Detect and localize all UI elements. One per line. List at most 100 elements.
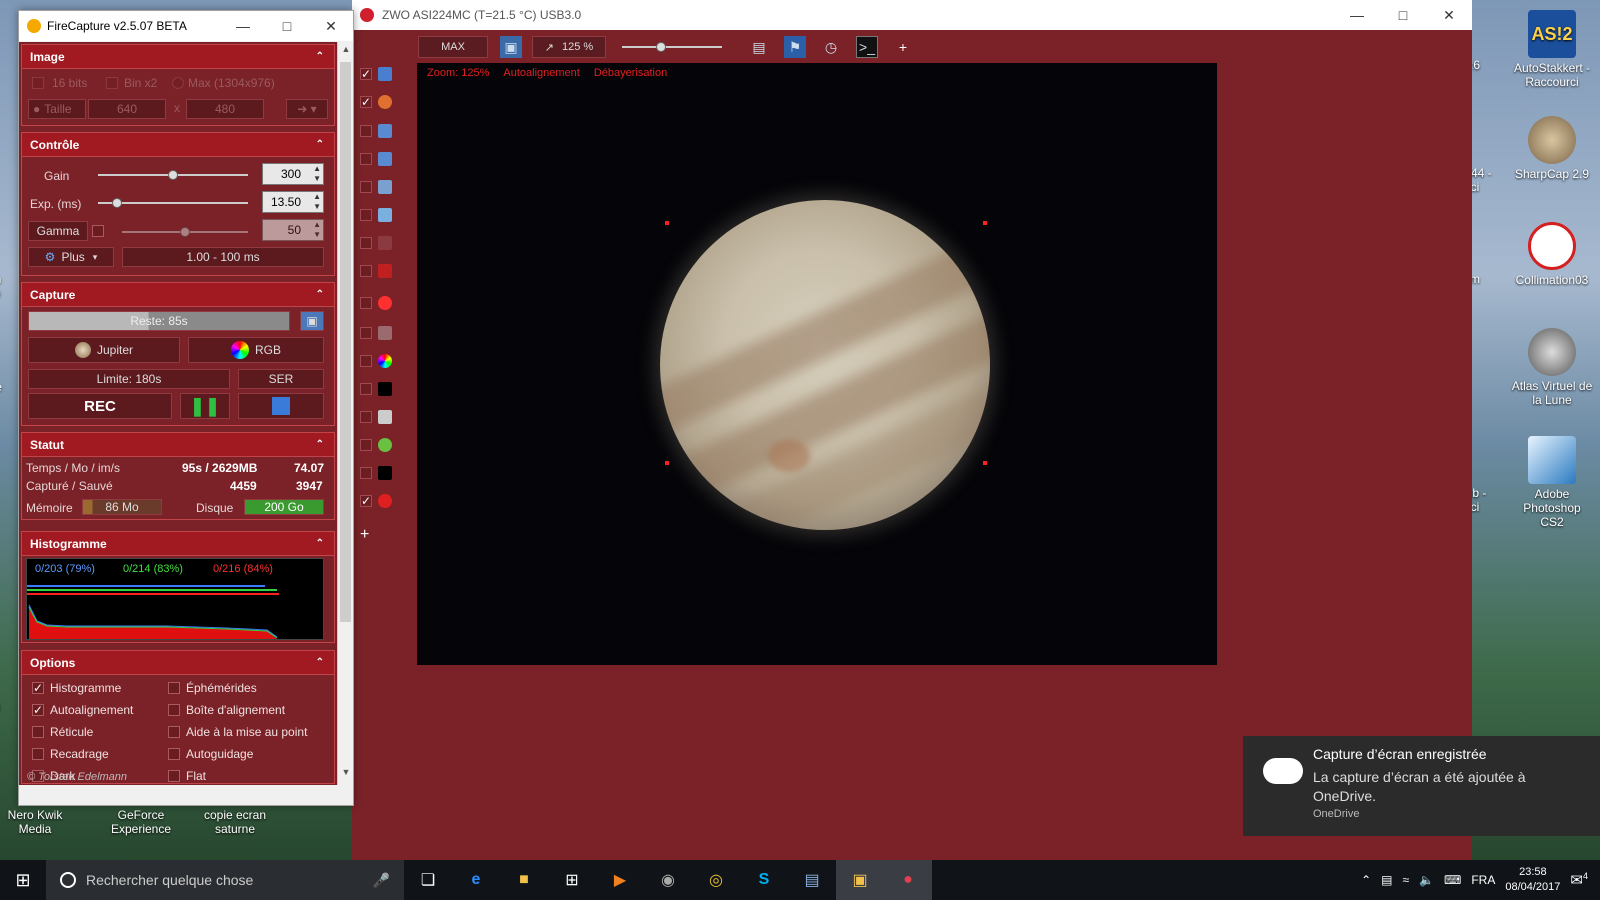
maximize-icon[interactable]: □ (1380, 7, 1426, 24)
network-app-icon[interactable]: ▤ (788, 860, 836, 900)
zoom-button[interactable]: ↗ 125 % (532, 36, 606, 58)
spinner-arrows-icon[interactable]: ▲ ▼ (313, 164, 321, 184)
monitor-icon[interactable]: ▤ (748, 36, 770, 58)
maximize-icon[interactable]: □ (265, 18, 309, 35)
gamma-slider[interactable] (122, 227, 248, 237)
app-circle-icon[interactable]: ◉ (644, 860, 692, 900)
tool-autoalign[interactable]: ✓ (360, 91, 400, 113)
gamma-slider-knob[interactable] (180, 227, 190, 237)
console-icon[interactable]: >_ (856, 36, 878, 58)
checked-icon[interactable]: ✓ (360, 495, 372, 507)
checkbox-icon[interactable] (360, 265, 372, 277)
tool-reticle[interactable] (360, 120, 400, 142)
collapse-icon[interactable]: ⌃ (316, 439, 324, 450)
wifi-icon[interactable]: ≈ (1402, 873, 1409, 887)
clock-icon[interactable]: ◷ (820, 36, 842, 58)
zwo-taskbar-icon[interactable]: ● (884, 860, 932, 900)
max-radio[interactable] (172, 77, 184, 89)
record-button[interactable]: REC (28, 393, 172, 419)
scrollbar-thumb[interactable] (340, 62, 351, 622)
close-icon[interactable]: ✕ (309, 18, 353, 35)
display-tray-icon[interactable]: ▤ (1381, 873, 1392, 887)
checkbox-icon[interactable] (360, 355, 372, 367)
collapse-icon[interactable]: ⌃ (316, 538, 324, 549)
desktop-icon-atlas-lune[interactable]: Atlas Virtuel de la Lune (1511, 328, 1593, 407)
collapse-icon[interactable]: ⌃ (316, 139, 324, 150)
minimize-icon[interactable]: — (221, 18, 265, 35)
checkbox-icon[interactable] (360, 439, 372, 451)
checkbox-icon[interactable] (360, 181, 372, 193)
capture-panel-header[interactable]: Capture ⌃ (22, 283, 334, 307)
alignment-box-corner[interactable] (983, 461, 987, 465)
tool-globe[interactable] (360, 434, 400, 456)
tool-trash[interactable] (360, 232, 400, 254)
collapse-icon[interactable]: ⌃ (316, 289, 324, 300)
firecapture-taskbar-icon[interactable]: ▣ (836, 860, 884, 900)
tool-white[interactable] (360, 406, 400, 428)
file-explorer-icon[interactable]: ■ (500, 860, 548, 900)
plus-dropdown[interactable]: ⚙ Plus ▾ (28, 247, 114, 267)
pause-button[interactable]: ❚❚ (180, 393, 230, 419)
height-field[interactable]: 480 (186, 99, 264, 119)
collapse-icon[interactable]: ⌃ (316, 657, 324, 668)
gamma-spinner[interactable]: 50 ▲ ▼ (262, 219, 324, 241)
option-autoalign-checkbox[interactable]: ✓ (32, 704, 44, 716)
exposure-slider[interactable] (98, 198, 248, 208)
checked-icon[interactable]: ✓ (360, 68, 372, 80)
snapshot-button[interactable]: ▣ (300, 311, 324, 331)
language-indicator[interactable]: FRA (1471, 873, 1495, 887)
add-tool-button[interactable]: + (360, 524, 400, 546)
option-flat-checkbox[interactable] (168, 770, 180, 782)
scroll-down-icon[interactable]: ▼ (338, 767, 354, 783)
tool-grid[interactable] (360, 260, 400, 282)
onedrive-notification[interactable]: Capture d’écran enregistrée La capture d… (1243, 736, 1600, 836)
keyboard-icon[interactable]: ⌨ (1444, 873, 1461, 887)
add-icon[interactable]: + (892, 36, 914, 58)
checkbox-icon[interactable] (360, 467, 372, 479)
display-icon[interactable]: ▣ (500, 36, 522, 58)
desktop-icon-sharpcap[interactable]: SharpCap 2.9 (1511, 116, 1593, 181)
zoom-slider-knob[interactable] (656, 42, 666, 52)
checkbox-icon[interactable] (360, 327, 372, 339)
bin-checkbox[interactable] (106, 77, 118, 89)
option-focus-aid-checkbox[interactable] (168, 726, 180, 738)
collapse-icon[interactable]: ⌃ (316, 51, 324, 62)
bits-checkbox[interactable] (32, 77, 44, 89)
format-button[interactable]: SER (238, 369, 324, 389)
minimize-icon[interactable]: — (1334, 7, 1380, 24)
options-panel-header[interactable]: Options ⌃ (22, 651, 334, 675)
alignment-box-corner[interactable] (983, 221, 987, 225)
tool-record[interactable]: ✓ (360, 490, 400, 512)
microphone-icon[interactable]: 🎤 (373, 872, 390, 889)
firecapture-scrollbar[interactable]: ▲ ▼ (337, 42, 353, 785)
volume-icon[interactable]: 🔈 (1419, 873, 1434, 887)
checkbox-icon[interactable] (360, 383, 372, 395)
alignment-box-corner[interactable] (665, 221, 669, 225)
zoom-slider[interactable] (622, 42, 722, 52)
chevron-up-icon[interactable]: ⌃ (1361, 873, 1371, 887)
histogram-panel-header[interactable]: Histogramme ⌃ (22, 532, 334, 556)
roi-dropdown[interactable]: ➜ ▾ (286, 99, 328, 119)
camera-preview[interactable]: Zoom: 125% Autoalignement Débayerisation (417, 63, 1217, 665)
stop-button[interactable] (238, 393, 324, 419)
spinner-arrows-icon[interactable]: ▲ ▼ (313, 192, 321, 212)
desktop-icon-photoshop[interactable]: Adobe Photoshop CS2 (1511, 436, 1593, 529)
checkbox-icon[interactable] (360, 125, 372, 137)
checkbox-icon[interactable] (360, 237, 372, 249)
option-alignbox-checkbox[interactable] (168, 704, 180, 716)
checkbox-icon[interactable] (360, 209, 372, 221)
alignment-box-corner[interactable] (665, 461, 669, 465)
tool-target[interactable] (360, 292, 400, 314)
checkbox-icon[interactable] (360, 411, 372, 423)
tool-dots[interactable] (360, 322, 400, 344)
runner-icon[interactable]: ⚑ (784, 36, 806, 58)
windows-start-icon[interactable]: ⊞ (0, 870, 46, 891)
media-player-icon[interactable]: ▶ (596, 860, 644, 900)
tool-histogram[interactable]: ✓ (360, 63, 400, 85)
control-panel-header[interactable]: Contrôle ⌃ (22, 133, 334, 157)
desktop-icon-nero[interactable]: Nero Kwik Media (0, 808, 70, 836)
option-autoguide-checkbox[interactable] (168, 748, 180, 760)
chrome-icon[interactable]: ◎ (692, 860, 740, 900)
tool-jupiter[interactable] (360, 148, 400, 170)
task-view-icon[interactable]: ❏ (404, 860, 452, 900)
